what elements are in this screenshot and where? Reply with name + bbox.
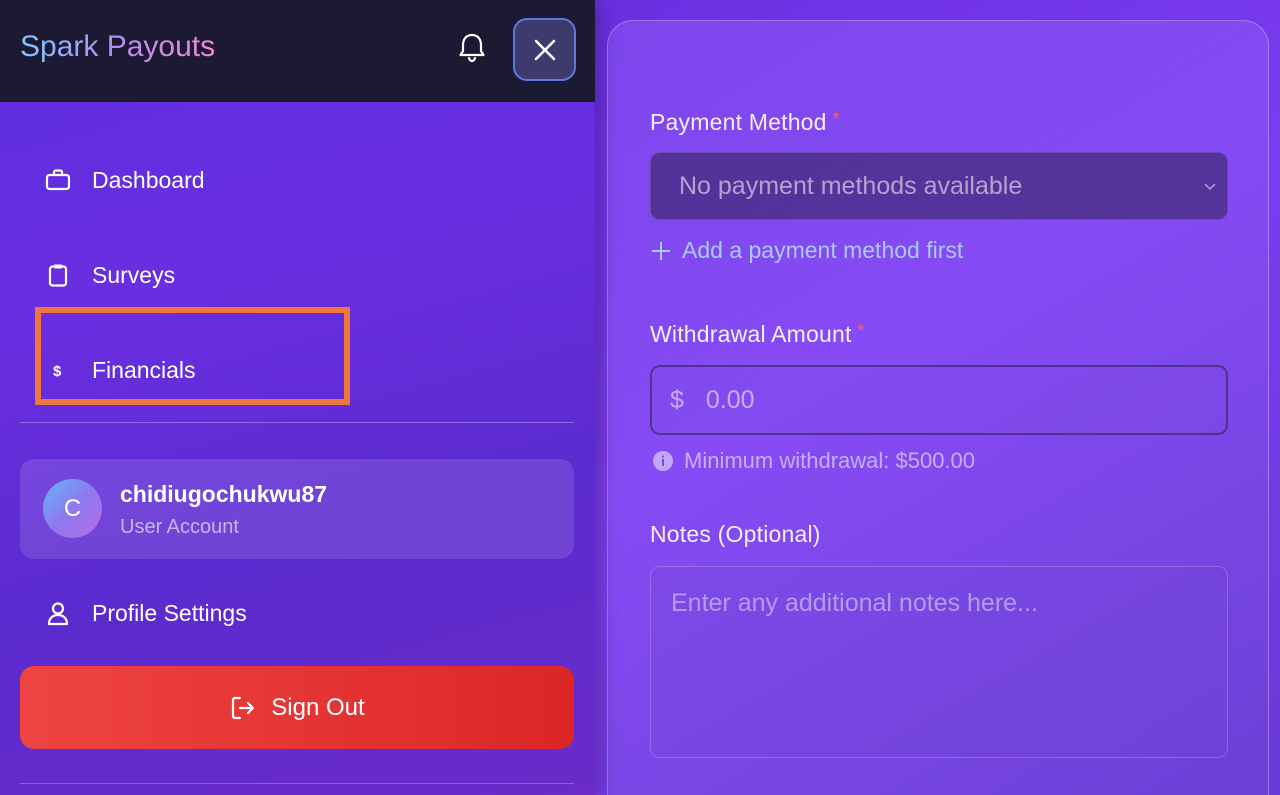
sidebar-item-label: Profile Settings: [92, 599, 247, 626]
app-title: Spark Payouts: [20, 30, 216, 63]
payment-method-select[interactable]: No payment methods available: [650, 152, 1228, 220]
sidebar-item-surveys[interactable]: Surveys: [44, 255, 175, 295]
required-mark: *: [857, 321, 865, 341]
payment-method-selected-value: No payment methods available: [679, 171, 1023, 200]
close-sidebar-button[interactable]: [513, 18, 576, 81]
bell-icon[interactable]: [454, 30, 490, 66]
withdrawal-amount-placeholder: 0.00: [705, 385, 755, 414]
sign-out-label: Sign Out: [271, 693, 365, 721]
info-icon: [653, 451, 673, 471]
avatar: C: [43, 479, 102, 538]
required-mark: *: [832, 109, 840, 129]
withdrawal-amount-input[interactable]: $ 0.00: [650, 365, 1228, 435]
currency-symbol: $: [670, 385, 684, 414]
sidebar-item-label: Dashboard: [92, 166, 205, 193]
plus-icon: [652, 241, 670, 260]
user-account-card[interactable]: C chidiugochukwu87 User Account: [20, 459, 574, 559]
account-type: User Account: [120, 516, 239, 538]
briefcase-icon: [44, 166, 72, 194]
sign-out-icon: [232, 696, 255, 719]
close-icon: [534, 39, 555, 60]
sidebar-item-dashboard[interactable]: Dashboard: [44, 160, 205, 200]
withdrawal-amount-label: Withdrawal Amount *: [650, 321, 865, 347]
withdrawal-form-card: Payment Method * No payment methods avail…: [607, 20, 1269, 795]
sign-out-button[interactable]: Sign Out: [20, 666, 574, 749]
sidebar-bottom-divider: [20, 783, 574, 784]
minimum-withdrawal-hint: Minimum withdrawal: $500.00: [652, 448, 975, 474]
clipboard-icon: [44, 261, 72, 289]
sidebar-drawer: Spark Payouts Dashboard Surveys $ Financ…: [0, 0, 595, 795]
sidebar-divider: [20, 422, 574, 423]
payment-method-label: Payment Method *: [650, 109, 840, 135]
chevron-down-icon: [1204, 183, 1216, 191]
sidebar-header: Spark Payouts: [0, 0, 595, 102]
sidebar-item-profile-settings[interactable]: Profile Settings: [44, 593, 247, 633]
user-icon: [44, 599, 72, 627]
add-payment-method-link[interactable]: Add a payment method first: [650, 237, 963, 264]
notes-label: Notes (Optional): [650, 521, 821, 547]
financials-highlight-box: [35, 307, 350, 405]
notes-placeholder: Enter any additional notes here...: [671, 589, 1038, 617]
username: chidiugochukwu87: [120, 481, 328, 507]
notes-textarea[interactable]: Enter any additional notes here...: [650, 566, 1228, 758]
minimum-withdrawal-text: Minimum withdrawal: $500.00: [684, 448, 976, 473]
add-payment-method-label: Add a payment method first: [682, 237, 964, 263]
sidebar-item-label: Surveys: [92, 261, 176, 288]
